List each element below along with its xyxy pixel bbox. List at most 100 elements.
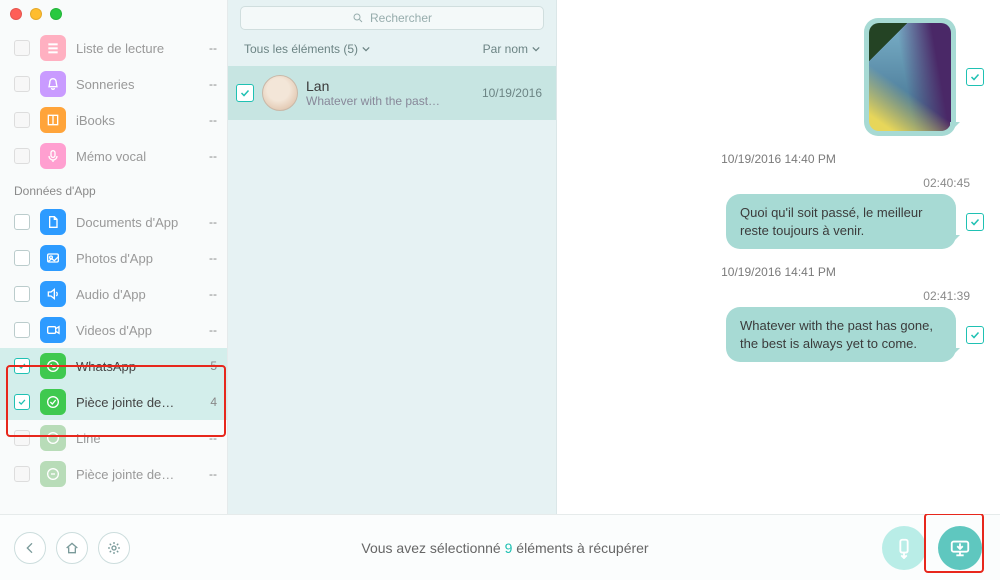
filter-row: Tous les éléments (5) Par nom xyxy=(228,36,556,66)
sidebar-item-mic[interactable]: Mémo vocal -- xyxy=(0,138,227,174)
conversation-preview: Whatever with the past… xyxy=(306,94,474,108)
sidebar-item-label: Audio d'App xyxy=(76,287,189,302)
message-row: Whatever with the past has gone, the bes… xyxy=(557,307,1000,362)
sidebar-item-label: Photos d'App xyxy=(76,251,189,266)
sidebar-item-checkbox[interactable] xyxy=(14,430,30,446)
sidebar-item-checkbox[interactable] xyxy=(14,466,30,482)
sidebar-item-attach[interactable]: Pièce jointe de… 4 xyxy=(0,384,227,420)
search-placeholder: Rechercher xyxy=(370,11,432,25)
sidebar-item-checkbox[interactable] xyxy=(14,286,30,302)
minimize-window-icon[interactable] xyxy=(30,8,42,20)
video-icon xyxy=(45,322,61,338)
sidebar-item-checkbox[interactable] xyxy=(14,112,30,128)
home-button[interactable] xyxy=(56,532,88,564)
sidebar-item-photo[interactable]: Photos d'App -- xyxy=(0,240,227,276)
conversation-list-pane: Rechercher Tous les éléments (5) Par nom… xyxy=(228,0,557,514)
speaker-icon xyxy=(45,286,61,302)
attach-icon xyxy=(45,394,61,410)
app-icon xyxy=(40,143,66,169)
sidebar-item-book[interactable]: iBooks -- xyxy=(0,102,227,138)
app-icon xyxy=(40,209,66,235)
sidebar-item-count: -- xyxy=(199,113,217,127)
sidebar-item-count: -- xyxy=(199,431,217,445)
close-window-icon[interactable] xyxy=(10,8,22,20)
sidebar-item-checkbox[interactable] xyxy=(14,394,30,410)
sidebar-item-line[interactable]: Line -- xyxy=(0,420,227,456)
sidebar-item-count: -- xyxy=(199,467,217,481)
messages-pane: 10/19/2016 14:40 PM02:40:45Quoi qu'il so… xyxy=(557,0,1000,514)
chevron-down-icon xyxy=(532,45,540,53)
app-icon xyxy=(40,353,66,379)
conversation-name: Lan xyxy=(306,78,474,94)
message-text: Whatever with the past has gone, the bes… xyxy=(740,318,933,351)
sidebar-item-checkbox[interactable] xyxy=(14,214,30,230)
sidebar-item-checkbox[interactable] xyxy=(14,358,30,374)
search-input[interactable]: Rechercher xyxy=(240,6,544,30)
app-icon xyxy=(40,425,66,451)
sidebar-item-label: Sonneries xyxy=(76,77,189,92)
photo-icon xyxy=(45,250,61,266)
back-button[interactable] xyxy=(14,532,46,564)
filter-all-label: Tous les éléments (5) xyxy=(244,42,358,56)
arrow-left-icon xyxy=(22,540,38,556)
sidebar-item-label: Line xyxy=(76,431,189,446)
line-icon xyxy=(45,430,61,446)
sidebar-section-header: Données d'App xyxy=(0,174,227,204)
sort-label: Par nom xyxy=(483,42,528,56)
message-date-separator: 10/19/2016 14:41 PM xyxy=(557,265,1000,279)
sidebar-item-label: Mémo vocal xyxy=(76,149,189,164)
sidebar-item-checkbox[interactable] xyxy=(14,322,30,338)
sidebar-item-video[interactable]: Videos d'App -- xyxy=(0,312,227,348)
sidebar-item-label: Documents d'App xyxy=(76,215,189,230)
maximize-window-icon[interactable] xyxy=(50,8,62,20)
sidebar-item-count: -- xyxy=(199,41,217,55)
sidebar-item-count: -- xyxy=(199,215,217,229)
footer: Vous avez sélectionné 9 éléments à récup… xyxy=(0,514,1000,580)
conversation-row[interactable]: Lan Whatever with the past… 10/19/2016 xyxy=(228,66,556,120)
sidebar-item-checkbox[interactable] xyxy=(14,250,30,266)
sidebar-item-list[interactable]: Liste de lecture -- xyxy=(0,30,227,66)
status-prefix: Vous avez sélectionné xyxy=(361,540,504,556)
export-to-device-button[interactable] xyxy=(882,526,926,570)
sidebar-item-count: -- xyxy=(199,77,217,91)
message-checkbox[interactable] xyxy=(966,213,984,231)
export-device-icon xyxy=(893,537,915,559)
attach2-icon xyxy=(45,466,61,482)
message-bubble[interactable]: Whatever with the past has gone, the bes… xyxy=(726,307,956,362)
sidebar-item-label: iBooks xyxy=(76,113,189,128)
gear-icon xyxy=(106,540,122,556)
message-bubble[interactable]: Quoi qu'il soit passé, le meilleur reste… xyxy=(726,194,956,249)
export-computer-icon xyxy=(949,537,971,559)
doc-icon xyxy=(45,214,61,230)
sidebar-item-label: Pièce jointe de… xyxy=(76,467,189,482)
sidebar-item-checkbox[interactable] xyxy=(14,76,30,92)
message-date-separator: 10/19/2016 14:40 PM xyxy=(557,152,1000,166)
app-icon xyxy=(40,389,66,415)
sidebar-item-attach2[interactable]: Pièce jointe de… -- xyxy=(0,456,227,492)
sidebar-item-whatsapp[interactable]: WhatsApp 5 xyxy=(0,348,227,384)
message-image-bubble[interactable] xyxy=(864,18,956,136)
sidebar-item-speaker[interactable]: Audio d'App -- xyxy=(0,276,227,312)
sidebar-item-doc[interactable]: Documents d'App -- xyxy=(0,204,227,240)
conversation-checkbox[interactable] xyxy=(236,84,254,102)
sidebar-item-checkbox[interactable] xyxy=(14,40,30,56)
message-row xyxy=(557,18,1000,136)
message-checkbox[interactable] xyxy=(966,68,984,86)
export-to-computer-button[interactable] xyxy=(938,526,982,570)
sort-dropdown[interactable]: Par nom xyxy=(483,42,540,56)
filter-all-dropdown[interactable]: Tous les éléments (5) xyxy=(244,42,370,56)
sidebar-item-count: -- xyxy=(199,251,217,265)
app-icon xyxy=(40,317,66,343)
image-thumbnail xyxy=(869,23,951,131)
sidebar: Liste de lecture -- Sonneries -- iBooks … xyxy=(0,0,228,514)
sidebar-item-label: WhatsApp xyxy=(76,359,189,374)
message-checkbox[interactable] xyxy=(966,326,984,344)
sidebar-item-checkbox[interactable] xyxy=(14,148,30,164)
sidebar-item-label: Liste de lecture xyxy=(76,41,189,56)
avatar xyxy=(262,75,298,111)
status-text: Vous avez sélectionné 9 éléments à récup… xyxy=(140,540,870,556)
settings-button[interactable] xyxy=(98,532,130,564)
message-time: 02:41:39 xyxy=(557,289,970,303)
conversation-date: 10/19/2016 xyxy=(482,86,542,100)
sidebar-item-bell[interactable]: Sonneries -- xyxy=(0,66,227,102)
